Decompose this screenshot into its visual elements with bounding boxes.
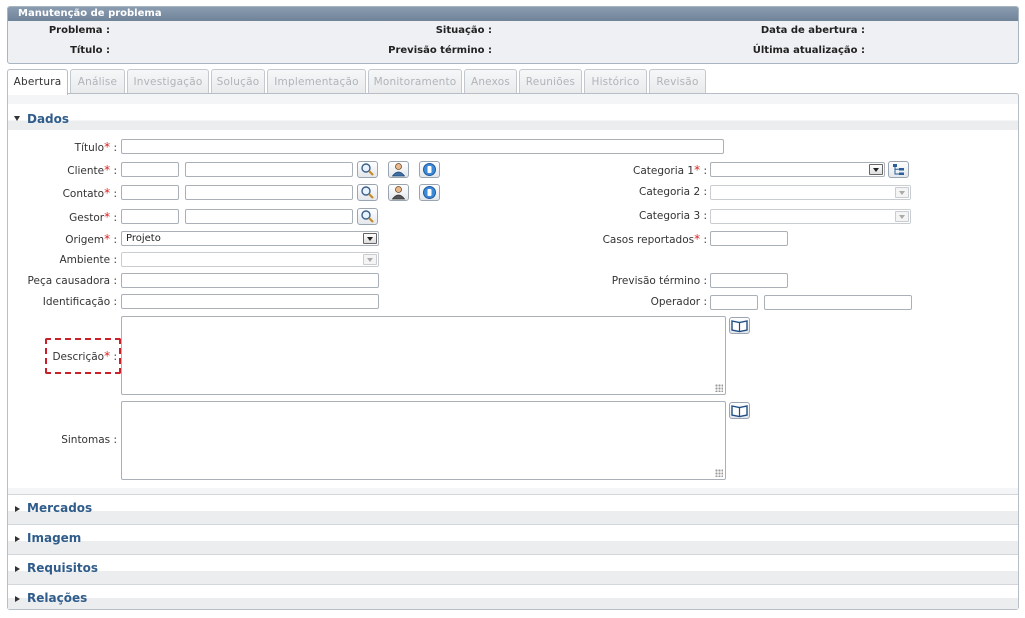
chevron-down-icon xyxy=(895,187,909,198)
operador-label: Operador : xyxy=(650,296,707,308)
origem-label: Origem* : xyxy=(65,232,117,246)
search-icon xyxy=(361,163,374,176)
contato-label: Contato* : xyxy=(62,186,117,200)
gestor-name-input[interactable] xyxy=(185,209,353,224)
section-mercados-header[interactable]: Mercados xyxy=(8,494,1018,524)
tab-solucao[interactable]: Solução xyxy=(211,69,265,94)
chevron-down-icon xyxy=(895,211,909,222)
caret-down-icon xyxy=(14,116,20,121)
gestor-search-button[interactable] xyxy=(357,208,378,225)
resize-grip-icon[interactable] xyxy=(715,384,723,392)
chevron-down-icon xyxy=(363,254,377,265)
section-imagem-title: Imagem xyxy=(27,531,82,545)
tab-analise[interactable]: Análise xyxy=(70,69,125,94)
casos-reportados-input[interactable] xyxy=(710,231,788,246)
ambiente-select[interactable] xyxy=(121,252,379,267)
categoria1-select[interactable] xyxy=(710,162,885,177)
cliente-name-input[interactable] xyxy=(185,162,353,177)
previsao-termino-label: Previsão término : xyxy=(611,275,707,287)
cliente-info-button[interactable] xyxy=(419,161,440,178)
cliente-label: Cliente* : xyxy=(67,163,117,177)
contato-info-button[interactable] xyxy=(419,184,440,201)
data-abertura-label: Data de abertura : xyxy=(760,25,865,36)
header-title: Manutenção de problema xyxy=(8,7,1018,21)
problema-label: Problema : xyxy=(48,25,110,36)
identificacao-label: Identificação : xyxy=(42,296,117,308)
section-relacoes-title: Relações xyxy=(27,591,88,605)
section-requisitos-header[interactable]: Requisitos xyxy=(8,554,1018,584)
chevron-down-icon xyxy=(869,164,883,175)
tab-reunioes[interactable]: Reuniões xyxy=(519,69,582,94)
operador-name-input[interactable] xyxy=(764,295,912,310)
tab-historico[interactable]: Histórico xyxy=(584,69,647,94)
tab-monitoramento[interactable]: Monitoramento xyxy=(368,69,462,94)
info-icon xyxy=(423,186,436,199)
descricao-book-button[interactable] xyxy=(729,317,750,334)
search-icon xyxy=(361,210,374,223)
categoria3-label: Categoria 3 : xyxy=(639,210,707,222)
section-requisitos-title: Requisitos xyxy=(27,561,99,575)
cliente-code-input[interactable] xyxy=(121,162,179,177)
cliente-user-button[interactable] xyxy=(388,161,409,178)
user-icon xyxy=(391,186,406,200)
sintomas-book-button[interactable] xyxy=(729,402,750,419)
cliente-search-button[interactable] xyxy=(357,161,378,178)
ambiente-label: Ambiente : xyxy=(59,254,117,266)
titulo-header-label: Título : xyxy=(70,45,110,56)
tab-investigacao[interactable]: Investigação xyxy=(127,69,209,94)
caret-right-icon xyxy=(15,596,20,602)
casos-reportados-label: Casos reportados* : xyxy=(602,232,707,246)
search-icon xyxy=(361,186,374,199)
section-imagem-header[interactable]: Imagem xyxy=(8,524,1018,554)
user-icon xyxy=(391,163,406,177)
peca-causadora-input[interactable] xyxy=(121,273,379,288)
contato-search-button[interactable] xyxy=(357,184,378,201)
section-relacoes-header[interactable]: Relações xyxy=(8,584,1018,609)
problem-header: Manutenção de problema Problema : Situaç… xyxy=(7,6,1019,64)
info-icon xyxy=(423,163,436,176)
tab-implementacao[interactable]: Implementação xyxy=(267,69,366,94)
categoria-tree-button[interactable] xyxy=(888,161,909,178)
contato-code-input[interactable] xyxy=(121,185,179,200)
previsao-header-label: Previsão término : xyxy=(388,45,492,56)
caret-right-icon xyxy=(15,566,20,572)
ultima-atualizacao-label: Última atualização : xyxy=(752,45,865,56)
sintomas-textarea[interactable] xyxy=(121,401,726,480)
identificacao-input[interactable] xyxy=(121,294,379,309)
operador-code-input[interactable] xyxy=(710,295,758,310)
section-mercados-title: Mercados xyxy=(27,501,93,515)
categoria2-select[interactable] xyxy=(710,185,911,200)
gestor-code-input[interactable] xyxy=(121,209,179,224)
resize-grip-icon[interactable] xyxy=(715,469,723,477)
tree-icon xyxy=(893,164,904,175)
caret-right-icon xyxy=(15,536,20,542)
categoria1-label: Categoria 1* : xyxy=(632,163,707,177)
caret-right-icon xyxy=(15,506,20,512)
previsao-termino-input[interactable] xyxy=(710,273,788,288)
book-icon xyxy=(731,320,748,333)
peca-causadora-label: Peça causadora : xyxy=(27,275,117,287)
section-dados-title: Dados xyxy=(27,112,70,126)
titulo-label: Título* : xyxy=(74,140,117,154)
contato-name-input[interactable] xyxy=(185,185,353,200)
origem-select-value: Projeto xyxy=(126,233,161,244)
categoria2-label: Categoria 2 : xyxy=(639,186,707,198)
contato-user-button[interactable] xyxy=(388,184,409,201)
tab-anexos[interactable]: Anexos xyxy=(464,69,517,94)
tab-abertura[interactable]: Abertura xyxy=(7,69,68,95)
book-icon xyxy=(731,405,748,418)
descricao-textarea[interactable] xyxy=(121,316,726,395)
chevron-down-icon xyxy=(363,233,377,244)
sintomas-label: Sintomas : xyxy=(61,434,117,446)
tab-revisao[interactable]: Revisão xyxy=(649,69,706,94)
situacao-label: Situação : xyxy=(435,25,492,36)
categoria3-select[interactable] xyxy=(710,209,911,224)
gestor-label: Gestor* : xyxy=(69,210,117,224)
titulo-input[interactable] xyxy=(121,139,724,154)
origem-select[interactable]: Projeto xyxy=(121,231,379,246)
descricao-label: Descrição* : xyxy=(52,349,117,363)
